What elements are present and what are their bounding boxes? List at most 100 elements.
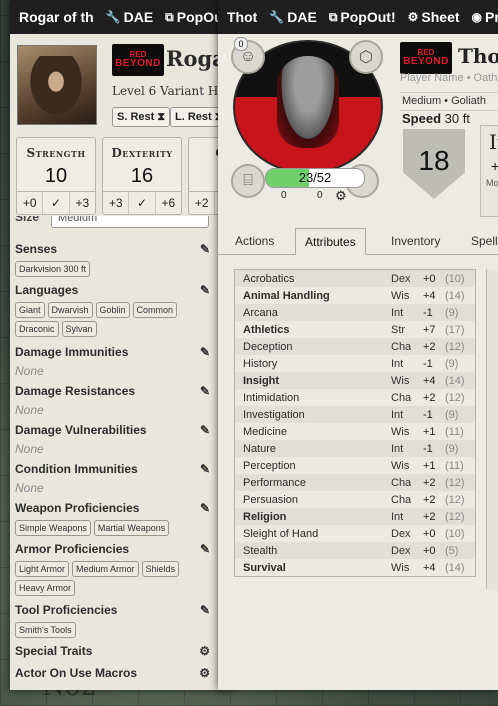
skill-name[interactable]: Nature — [235, 443, 391, 455]
edit-icon[interactable]: ✎ — [200, 384, 210, 398]
wrench-icon: 🔧 — [105, 10, 121, 24]
edit-icon[interactable]: ✎ — [200, 283, 210, 297]
skill-name[interactable]: Medicine — [235, 426, 391, 438]
short-rest-button[interactable]: S. Rest ⧗ — [112, 107, 171, 127]
skill-row[interactable]: Arcana Int -1 (9) — [235, 304, 475, 321]
skill-name[interactable]: Survival — [235, 562, 391, 574]
popout-button[interactable]: ⧉ PopOut! — [329, 9, 396, 25]
skill-name[interactable]: Performance — [235, 477, 391, 489]
skill-row[interactable]: Investigation Int -1 (9) — [235, 406, 475, 423]
skill-row[interactable]: Persuasion Cha +2 (12) — [235, 491, 475, 508]
skill-passive: (11) — [445, 425, 464, 438]
skill-ability: Int — [391, 306, 404, 319]
edit-icon[interactable]: ✎ — [200, 462, 210, 476]
gear-icon[interactable]: ⚙ — [199, 644, 210, 658]
window-titlebar[interactable]: Rogar of th 🔧 DAE ⧉ PopOut! — [10, 0, 230, 34]
d20-icon[interactable]: ⬡ — [349, 40, 383, 74]
external-link-icon: ⧉ — [165, 9, 174, 24]
skill-row[interactable]: Perception Wis +1 (11) — [235, 457, 475, 474]
skill-name[interactable]: History — [235, 358, 391, 370]
skill-ability: Wis — [391, 374, 410, 387]
ability-dexterity[interactable]: Dexterity 16 +3 ✓ +6 — [102, 137, 182, 215]
skill-row[interactable]: Religion Int +2 (12) — [235, 508, 475, 525]
skill-passive: (14) — [445, 374, 465, 387]
skill-row[interactable]: Acrobatics Dex +0 (10) — [235, 270, 475, 287]
tab-inventory[interactable]: Inventory — [391, 228, 440, 253]
skill-name[interactable]: Animal Handling — [235, 290, 391, 302]
prototype-token-button[interactable]: ◉ Prototy — [472, 9, 498, 25]
initiative-box[interactable]: In + Mod — [480, 125, 498, 217]
hp-settings-gear-icon[interactable]: ⚙ — [335, 188, 347, 204]
skill-row[interactable]: Insight Wis +4 (14) — [235, 372, 475, 389]
gear-icon[interactable]: ⚙ — [199, 666, 210, 680]
bed-rest-icon[interactable]: ⌸ — [231, 164, 265, 198]
skill-passive: (12) — [445, 510, 465, 523]
ability-strength[interactable]: Strength 10 +0 ✓ +3 — [16, 137, 96, 215]
edit-icon[interactable]: ✎ — [200, 242, 210, 256]
skill-row[interactable]: Sleight of Hand Dex +0 (10) — [235, 525, 475, 542]
sheet-config-button[interactable]: ⚙ Sheet — [408, 9, 460, 25]
window-titlebar[interactable]: Thot 🔧 DAE ⧉ PopOut! ⚙ Sheet ◉ Prototy — [218, 0, 498, 34]
skill-ability: Str — [391, 323, 406, 336]
skill-row[interactable]: Performance Cha +2 (12) — [235, 474, 475, 491]
skill-row[interactable]: History Int -1 (9) — [235, 355, 475, 372]
skill-ability: Int — [391, 408, 404, 421]
skill-row[interactable]: Stealth Dex +0 (5) — [235, 542, 475, 559]
skill-passive: (12) — [445, 493, 465, 506]
skill-name[interactable]: Athletics — [235, 324, 391, 336]
edit-icon[interactable]: ✎ — [200, 345, 210, 359]
skill-row[interactable]: Medicine Wis +1 (11) — [235, 423, 475, 440]
skill-name[interactable]: Arcana — [235, 307, 391, 319]
skill-name[interactable]: Stealth — [235, 545, 391, 557]
save-proficiency-check-icon[interactable]: ✓ — [43, 192, 70, 214]
save-proficiency-check-icon[interactable]: ✓ — [129, 192, 156, 214]
skill-row[interactable]: Intimidation Cha +2 (12) — [235, 389, 475, 406]
skill-ability: Dex — [391, 527, 411, 540]
tab-spellbook[interactable]: Spell — [471, 228, 498, 253]
skill-name[interactable]: Investigation — [235, 409, 391, 421]
edit-icon[interactable]: ✎ — [200, 603, 210, 617]
size-select[interactable]: Medium — [51, 216, 209, 228]
skill-row[interactable]: Deception Cha +2 (12) — [235, 338, 475, 355]
hp-bar[interactable]: 23/52 — [265, 168, 365, 188]
dndbeyond-logo[interactable]: RED BEYOND — [112, 44, 164, 76]
edit-icon[interactable]: ✎ — [200, 542, 210, 556]
skill-name[interactable]: Deception — [235, 341, 391, 353]
hp-temp[interactable]: 0 — [281, 190, 287, 201]
tab-actions[interactable]: Actions — [235, 228, 274, 253]
skill-passive: (9) — [445, 408, 459, 421]
edit-icon[interactable]: ✎ — [200, 501, 210, 515]
edit-icon[interactable]: ✎ — [200, 423, 210, 437]
skill-modifier: +2 — [423, 476, 436, 489]
skill-name[interactable]: Acrobatics — [235, 273, 391, 285]
skill-ability: Int — [391, 442, 404, 455]
skill-name[interactable]: Sleight of Hand — [235, 528, 391, 540]
tag: Giant — [15, 302, 45, 318]
skill-modifier: +2 — [423, 391, 436, 404]
skill-row[interactable]: Survival Wis +4 (14) — [235, 559, 475, 576]
skill-name[interactable]: Religion — [235, 511, 391, 523]
skills-list: Acrobatics Dex +0 (10) Animal Handling Wis +4(… — [234, 269, 476, 577]
character-portrait[interactable] — [17, 45, 97, 125]
skill-name[interactable]: Insight — [235, 375, 391, 387]
skill-name[interactable]: Perception — [235, 460, 391, 472]
dae-button[interactable]: 🔧 DAE — [106, 9, 154, 25]
hp-tempmax[interactable]: 0 — [317, 190, 323, 201]
skill-row[interactable]: Athletics Str +7 (17) — [235, 321, 475, 338]
character-sheet-window-rogar: Rogar of th 🔧 DAE ⧉ PopOut! RED BEYOND R… — [10, 0, 230, 690]
armor-class-shield[interactable]: 18 — [403, 129, 465, 199]
hp-value: 23/52 — [298, 170, 332, 185]
skill-ability: Cha — [391, 493, 412, 506]
skill-name[interactable]: Intimidation — [235, 392, 391, 404]
skill-row[interactable]: Animal Handling Wis +4 (14) — [235, 287, 475, 304]
character-name[interactable]: Thoth — [458, 44, 498, 68]
dae-button[interactable]: 🔧 DAE — [269, 9, 317, 25]
skill-modifier: +0 — [423, 544, 436, 557]
skill-row[interactable]: Nature Int -1 (9) — [235, 440, 475, 457]
tab-attributes[interactable]: Attributes — [295, 228, 366, 255]
character-sheet-window-thoth: Thot 🔧 DAE ⧉ PopOut! ⚙ Sheet ◉ Prototy ☺… — [218, 0, 498, 690]
skill-modifier: +4 — [423, 289, 436, 302]
dndbeyond-logo[interactable]: RED BEYOND — [400, 42, 452, 74]
skill-name[interactable]: Persuasion — [235, 494, 391, 506]
tag: Simple Weapons — [15, 520, 91, 536]
